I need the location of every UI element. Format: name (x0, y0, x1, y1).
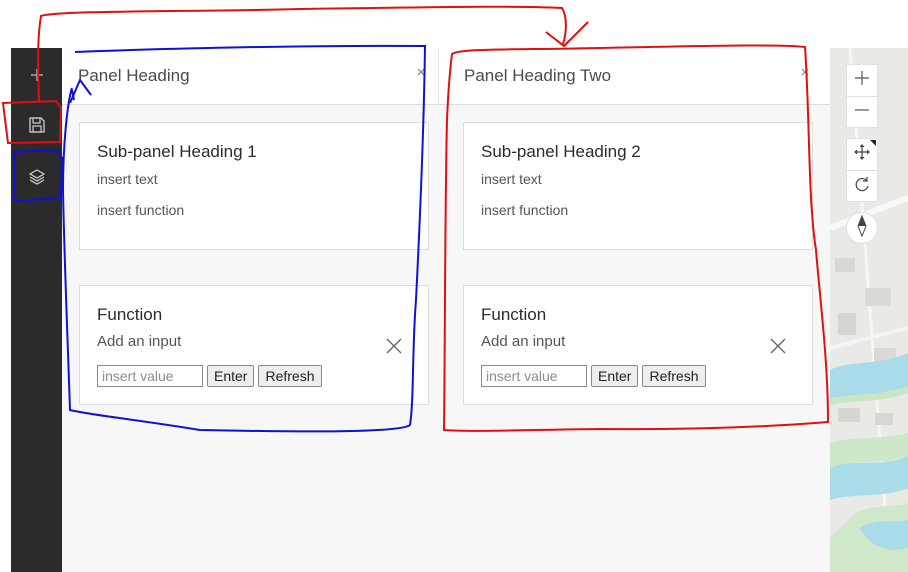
compass-button[interactable] (846, 212, 878, 244)
panel-one-header: Panel Heading × (62, 48, 438, 105)
rotate-icon (853, 175, 871, 198)
pan-icon (853, 143, 871, 166)
save-action-button[interactable] (11, 103, 62, 147)
function-two-value-input[interactable] (481, 365, 587, 387)
zoom-out-icon (854, 102, 870, 123)
function-two-text: Add an input (481, 333, 566, 350)
function-one-input-row: Enter Refresh (97, 365, 322, 387)
subpanel-two-card: Sub-panel Heading 2 insert text insert f… (463, 122, 813, 250)
map-view[interactable] (830, 48, 908, 572)
save-icon (28, 116, 46, 134)
zoom-in-button[interactable] (846, 64, 878, 96)
panel-two-header: Panel Heading Two × (438, 48, 830, 105)
function-two-card: Function Add an input Enter Refresh (463, 285, 813, 405)
zoom-in-icon (854, 70, 870, 91)
layers-icon (27, 167, 47, 187)
function-one-text: Add an input (97, 333, 182, 350)
function-two-heading: Function (481, 305, 547, 324)
function-two-close-icon[interactable] (767, 335, 789, 357)
function-one-enter-button[interactable]: Enter (207, 365, 255, 387)
subpanel-one-card: Sub-panel Heading 1 insert text insert f… (79, 122, 429, 250)
pan-button[interactable] (846, 138, 878, 170)
rotate-button[interactable] (846, 170, 878, 202)
function-one-close-icon[interactable] (383, 335, 405, 357)
function-two-refresh-button[interactable]: Refresh (642, 365, 706, 387)
function-two-input-row: Enter Refresh (481, 365, 706, 387)
subpanel-one-heading: Sub-panel Heading 1 (97, 142, 257, 161)
add-action-button[interactable] (11, 53, 62, 97)
function-one-refresh-button[interactable]: Refresh (258, 365, 322, 387)
layers-action-button[interactable] (11, 155, 62, 199)
subpanel-two-function-text: insert function (481, 202, 569, 218)
compass-icon (855, 214, 869, 242)
subpanel-one-text: insert text (97, 171, 158, 187)
subpanel-two-heading: Sub-panel Heading 2 (481, 142, 641, 161)
function-one-heading: Function (97, 305, 163, 324)
function-one-value-input[interactable] (97, 365, 203, 387)
red-arrowhead-annotation (545, 21, 589, 48)
zoom-out-button[interactable] (846, 96, 878, 128)
plus-icon (30, 68, 44, 82)
function-one-card: Function Add an input Enter Refresh (79, 285, 429, 405)
action-bar (11, 48, 62, 572)
panel-one-title: Panel Heading (78, 66, 190, 85)
panel-area: Panel Heading × Panel Heading Two × Sub-… (62, 48, 830, 572)
panel-two-title: Panel Heading Two (464, 66, 612, 85)
function-two-enter-button[interactable]: Enter (591, 365, 639, 387)
subpanel-two-text: insert text (481, 171, 542, 187)
panel-two-close-button[interactable]: × (796, 64, 814, 86)
subpanel-one-function-text: insert function (97, 202, 185, 218)
panel-one-close-button[interactable]: × (412, 64, 430, 86)
